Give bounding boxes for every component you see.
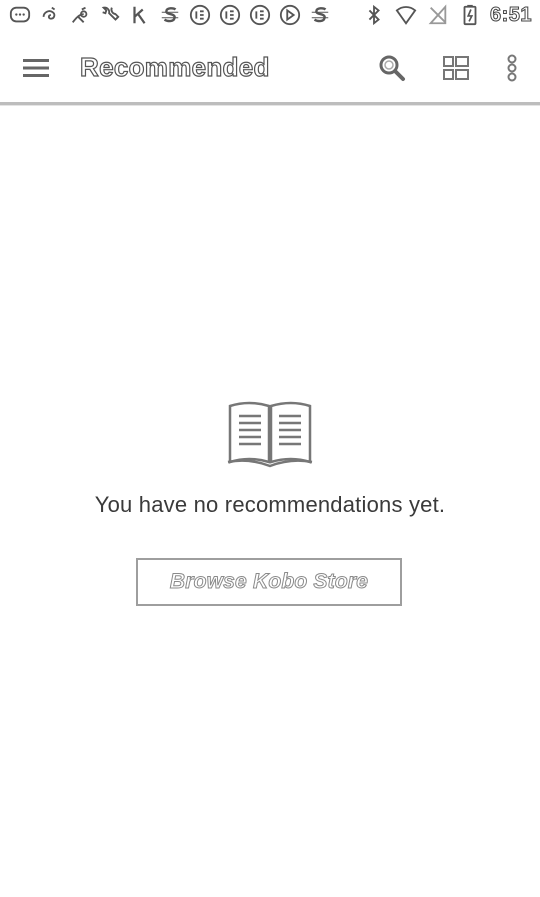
play-icon: [278, 3, 302, 27]
empty-message: You have no recommendations yet.: [94, 492, 446, 517]
open-book-icon: [227, 401, 313, 468]
system-icons: 6:51: [362, 3, 532, 27]
view-toggle-icon[interactable]: [438, 50, 474, 86]
swirl-icon: [38, 3, 62, 27]
wifi-icon: [394, 3, 418, 27]
browse-store-button[interactable]: Browse Kobo Store: [136, 558, 402, 606]
kobo-k-icon: [128, 3, 152, 27]
badge-icon: [188, 3, 212, 27]
wrench-icon: [98, 3, 122, 27]
s-logo-icon: [158, 3, 182, 27]
overflow-menu-icon[interactable]: [494, 50, 530, 86]
app-toolbar: Recommended: [0, 32, 540, 105]
search-icon[interactable]: [374, 50, 410, 86]
status-bar: 6:51: [0, 0, 540, 32]
clock: 6:51: [489, 3, 532, 26]
empty-state: You have no recommendations yet. Browse …: [0, 398, 540, 606]
notification-icons: [8, 3, 332, 27]
badge-icon: [248, 3, 272, 27]
badge-icon: [218, 3, 242, 27]
hamburger-menu-icon[interactable]: [18, 50, 54, 86]
branch-icon: [68, 3, 92, 27]
chat-icon: [8, 3, 32, 27]
bluetooth-icon: [362, 3, 386, 27]
no-signal-icon: [426, 3, 450, 27]
s-logo-icon: [308, 3, 332, 27]
browse-store-label: Browse Kobo Store: [169, 570, 369, 594]
battery-icon: [458, 3, 482, 27]
page-title: Recommended: [79, 51, 270, 82]
